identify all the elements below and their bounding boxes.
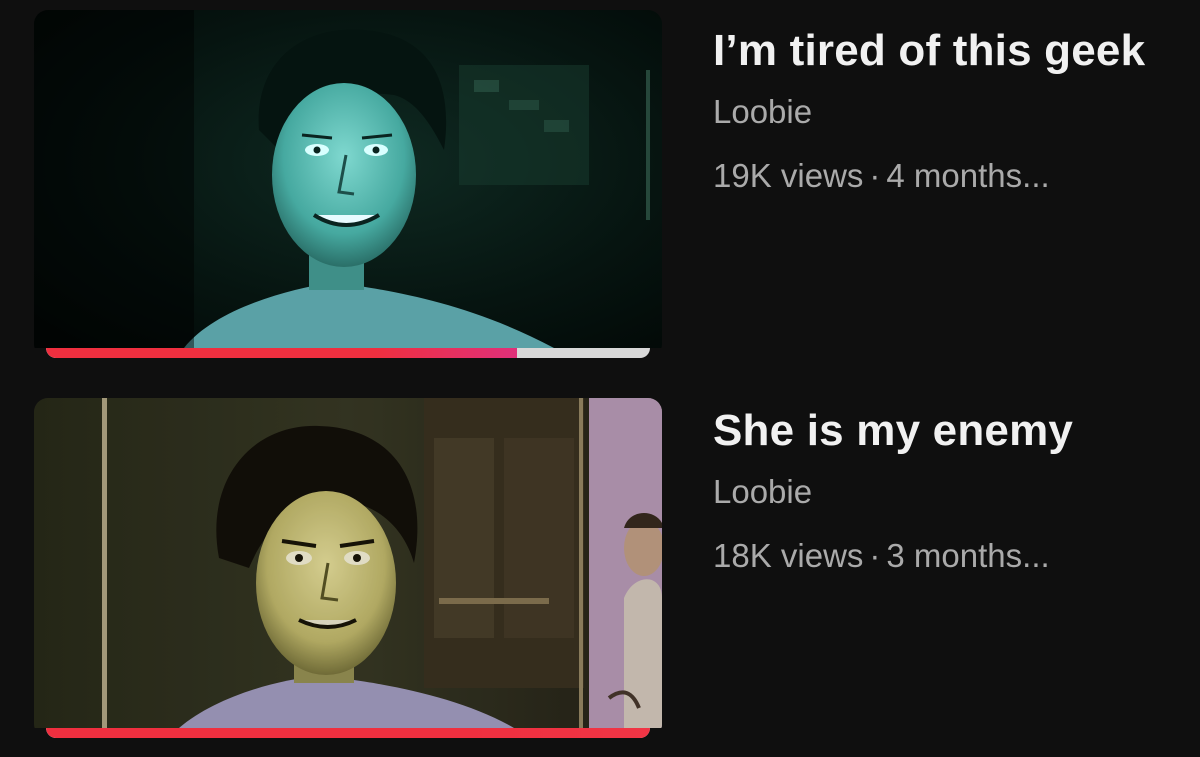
watch-progress-bar [46,728,650,738]
watch-progress-fill [46,728,650,738]
channel-name[interactable]: Loobie [713,472,1173,512]
channel-name[interactable]: Loobie [713,92,1173,132]
video-thumbnail[interactable] [34,398,662,738]
video-title[interactable]: She is my enemy [713,402,1173,460]
video-item[interactable]: I’m tired of this geek Loobie 19K views ·… [0,0,1200,380]
upload-age: 3 months... [886,537,1050,574]
meta-separator: · [869,537,881,574]
video-info: She is my enemy Loobie 18K views · 3 month… [713,402,1173,576]
video-item[interactable]: She is my enemy Loobie 18K views · 3 month… [0,380,1200,757]
video-thumbnail[interactable] [34,10,662,358]
video-meta: 19K views · 4 months... [713,156,1173,196]
video-feed: I’m tired of this geek Loobie 19K views ·… [0,0,1200,757]
upload-age: 4 months... [886,157,1050,194]
thumbnail-image [34,10,662,348]
video-title[interactable]: I’m tired of this geek [713,22,1173,80]
thumbnail-image [34,398,662,728]
video-meta: 18K views · 3 months... [713,536,1173,576]
meta-separator: · [869,157,881,194]
view-count: 18K views [713,537,864,574]
watch-progress-fill [46,348,518,358]
video-info: I’m tired of this geek Loobie 19K views ·… [713,22,1173,196]
watch-progress-bar [46,348,650,358]
view-count: 19K views [713,157,864,194]
